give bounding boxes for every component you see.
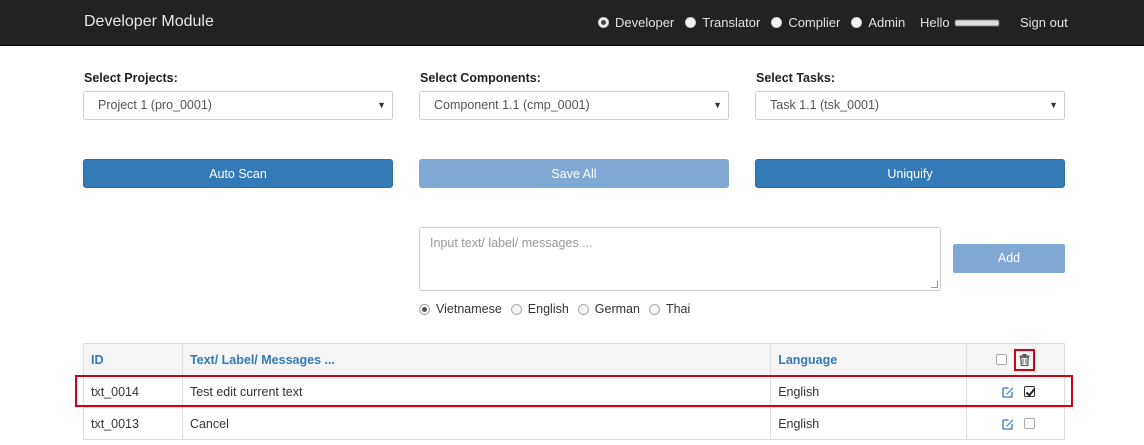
role-developer[interactable]: Developer <box>598 15 674 30</box>
cell-actions <box>966 375 1065 408</box>
header-id[interactable]: ID <box>83 343 183 376</box>
add-button[interactable]: Add <box>953 244 1065 273</box>
caret-down-icon: ▼ <box>713 100 722 110</box>
table-header-row: ID Text/ Label/ Messages ... Language <box>83 343 1065 376</box>
role-complier[interactable]: Complier <box>771 15 840 30</box>
sign-out-link[interactable]: Sign out <box>1020 15 1068 30</box>
tasks-select[interactable]: Task 1.1 (tsk_0001) ▼ <box>755 91 1065 120</box>
cell-id: txt_0013 <box>83 407 183 440</box>
components-select[interactable]: Component 1.1 (cmp_0001) ▼ <box>419 91 729 120</box>
caret-down-icon: ▼ <box>1049 100 1058 110</box>
edit-icon[interactable] <box>1002 386 1014 398</box>
top-navbar: Developer Module Developer Translator Co… <box>0 0 1144 46</box>
lang-english[interactable]: English <box>510 302 569 316</box>
cell-text: Test edit current text <box>181 375 772 408</box>
trash-icon[interactable] <box>1014 348 1035 371</box>
components-label: Select Components: <box>420 71 541 85</box>
edit-icon[interactable] <box>1002 418 1014 430</box>
row-checkbox[interactable] <box>1024 386 1035 397</box>
cell-id: txt_0014 <box>83 375 183 408</box>
text-input[interactable]: Input text/ label/ messages ... <box>419 227 941 291</box>
role-selector: Developer Translator Complier Admin <box>598 15 916 30</box>
cell-language: English <box>770 375 967 408</box>
lang-german[interactable]: German <box>577 302 640 316</box>
caret-down-icon: ▼ <box>377 100 386 110</box>
header-text[interactable]: Text/ Label/ Messages ... <box>181 343 772 376</box>
radio-icon <box>598 17 609 28</box>
app-title: Developer Module <box>84 13 214 30</box>
save-all-button[interactable]: Save All <box>419 159 729 188</box>
lang-vietnamese[interactable]: Vietnamese <box>419 302 502 316</box>
language-selector: Vietnamese English German Thai <box>419 302 699 316</box>
auto-scan-button[interactable]: Auto Scan <box>83 159 393 188</box>
messages-table: ID Text/ Label/ Messages ... Language tx… <box>83 343 1065 440</box>
redacted-username <box>954 19 999 26</box>
header-language[interactable]: Language <box>770 343 967 376</box>
uniquify-button[interactable]: Uniquify <box>755 159 1065 188</box>
radio-icon <box>510 303 522 315</box>
lang-thai[interactable]: Thai <box>648 302 690 316</box>
projects-select[interactable]: Project 1 (pro_0001) ▼ <box>83 91 393 120</box>
role-translator[interactable]: Translator <box>685 15 760 30</box>
table-row[interactable]: txt_0013 Cancel English <box>83 407 1065 440</box>
radio-icon <box>851 17 863 28</box>
radio-icon <box>577 303 589 315</box>
resize-handle-icon[interactable] <box>931 281 938 288</box>
header-actions <box>966 343 1065 376</box>
radio-icon <box>685 17 697 28</box>
radio-icon <box>648 303 660 315</box>
tasks-label: Select Tasks: <box>756 71 835 85</box>
user-greeting: Hello <box>920 15 999 30</box>
projects-label: Select Projects: <box>84 71 178 85</box>
cell-actions <box>966 407 1065 440</box>
table-row[interactable]: txt_0014 Test edit current text English <box>83 375 1065 408</box>
radio-icon <box>771 17 783 28</box>
row-checkbox[interactable] <box>1024 418 1035 429</box>
cell-language: English <box>770 407 967 440</box>
role-admin[interactable]: Admin <box>851 15 905 30</box>
cell-text: Cancel <box>181 407 772 440</box>
select-all-checkbox[interactable] <box>996 354 1007 365</box>
radio-icon <box>419 303 430 315</box>
